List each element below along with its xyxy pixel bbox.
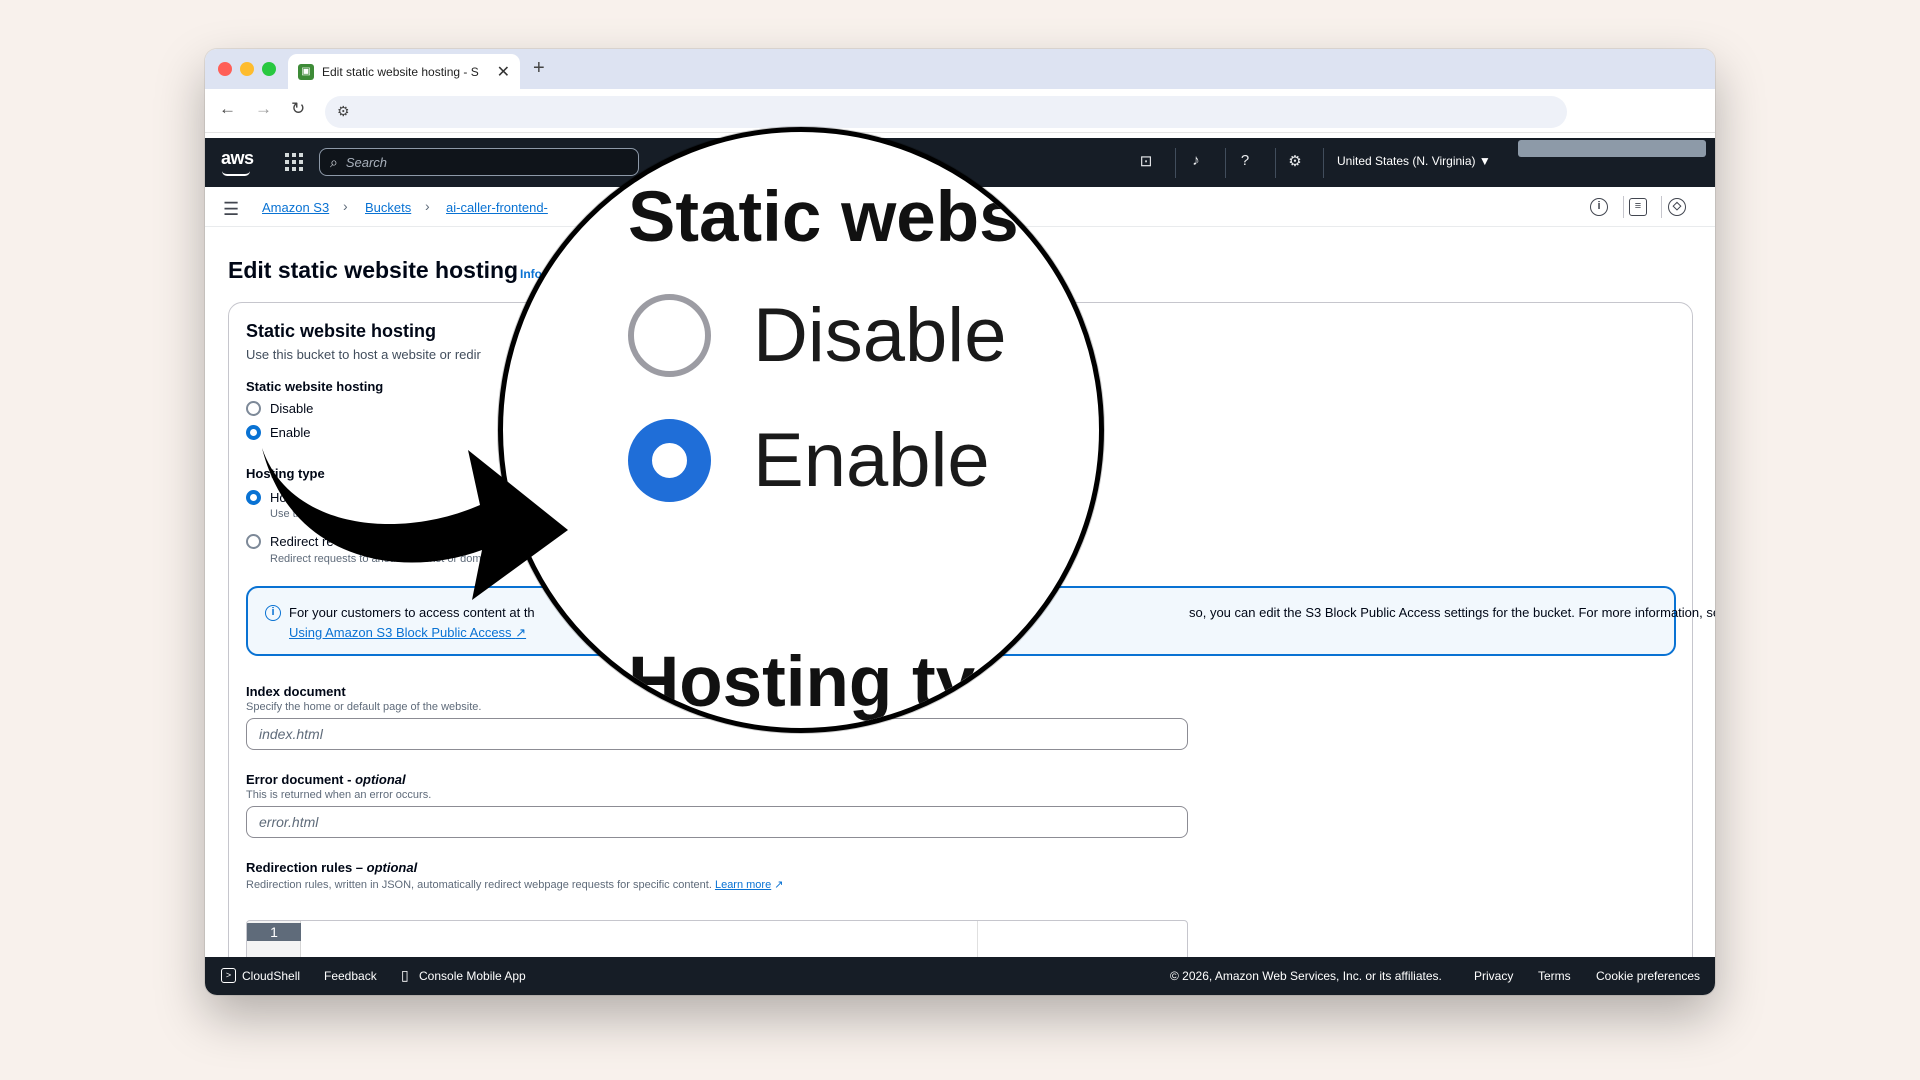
magnified-radio-disable: Disable [628,292,1006,379]
mobile-app-icon: ▯ [401,967,409,983]
new-tab-button[interactable]: + [533,57,545,80]
footer-feedback[interactable]: Feedback [324,969,377,983]
magnified-title: Static webs [628,178,1019,257]
zoom-magnifier: Static webs Disable Enable Hosting ty [498,127,1104,733]
cloudshell-icon[interactable]: ⊡ [1136,152,1156,172]
reload-icon[interactable]: ↻ [291,99,305,119]
chevron-right-icon: › [343,198,348,214]
search-placeholder: Search [345,154,388,170]
radio-disable-control[interactable] [246,401,261,416]
magnified-radio-empty-icon [628,294,711,377]
maximize-window-button[interactable] [262,62,276,76]
panel-description: Use this bucket to host a website or red… [246,347,481,362]
external-link-icon: ↗ [515,625,527,640]
close-tab-icon[interactable]: ✕ [497,62,510,82]
site-settings-icon[interactable]: ⚙ [337,103,350,120]
magnified-radio-checked-icon [628,419,711,502]
error-document-label-text: Error document - [246,772,356,787]
redirection-rules-label: Redirection rules – optional [246,860,417,875]
footer-cloudshell[interactable]: CloudShell [242,969,300,983]
error-document-description: This is returned when an error occurs. [246,789,432,801]
optional-tag: optional [366,860,418,875]
info-icon[interactable]: i [1590,198,1608,216]
error-document-input[interactable] [246,806,1188,838]
redirection-rules-description-text: Redirection rules, written in JSON, auto… [246,879,712,891]
security-icon[interactable]: ◇ [1668,198,1686,216]
footer-privacy[interactable]: Privacy [1474,969,1513,983]
block-public-access-link[interactable]: Using Amazon S3 Block Public Access ↗ [289,625,526,641]
learn-more-link[interactable]: Learn more [715,879,771,891]
panel-title: Static website hosting [246,321,437,341]
header-divider [1275,148,1276,178]
aws-search-input[interactable]: ⌕ Search [319,148,639,176]
utility-divider [1661,196,1662,218]
breadcrumb-buckets[interactable]: Buckets [365,200,411,215]
header-divider [1225,148,1226,178]
account-menu[interactable] [1518,140,1706,157]
address-bar: ← → ↻ ⚙ [205,89,1715,133]
services-grid-icon[interactable] [285,153,303,171]
line-number: 1 [247,923,301,941]
notes-icon[interactable]: ≡ [1629,198,1647,216]
footer-terms[interactable]: Terms [1538,969,1571,983]
footer-copyright: © 2026, Amazon Web Services, Inc. or its… [1170,969,1442,983]
tab-title: Edit static website hosting - S [322,64,479,79]
browser-tab[interactable]: ▣ Edit static website hosting - S ✕ [288,54,520,89]
region-selector[interactable]: United States (N. Virginia) ▼ [1337,154,1491,168]
pointer-arrow-icon [262,448,568,600]
radio-disable[interactable]: Disable [246,401,313,416]
index-document-description: Specify the home or default page of the … [246,701,482,713]
error-document-label: Error document - optional [246,772,406,787]
page-title: Edit static website hosting [228,257,519,283]
breadcrumb-bucket-name[interactable]: ai-caller-frontend- [446,200,548,215]
chevron-right-icon: › [425,198,430,214]
magnified-enable-label: Enable [753,418,990,503]
help-icon[interactable]: ? [1235,152,1255,172]
external-link-icon: ↗ [774,879,784,891]
optional-tag: optional [355,772,406,787]
close-window-button[interactable] [218,62,232,76]
cloudshell-footer-icon: > [221,968,236,983]
magnified-disable-label: Disable [753,293,1007,378]
header-divider [1175,148,1176,178]
gear-icon[interactable]: ⚙ [1285,152,1305,172]
alert-text-continued: so, you can edit the S3 Block Public Acc… [1189,605,1715,620]
minimize-window-button[interactable] [240,62,254,76]
search-icon: ⌕ [330,153,338,170]
hosting-field-label: Static website hosting [246,379,384,394]
aws-logo-smile-icon [222,171,250,176]
menu-icon[interactable]: ☰ [223,199,239,220]
breadcrumb-amazon-s3[interactable]: Amazon S3 [262,200,329,215]
footer-console-mobile-app[interactable]: Console Mobile App [419,969,526,983]
forward-icon[interactable]: → [255,99,272,119]
footer-cookie-preferences[interactable]: Cookie preferences [1596,969,1700,983]
magnified-radio-enable: Enable [628,417,990,504]
aws-footer: > CloudShell Feedback ▯ Console Mobile A… [205,957,1715,995]
redirection-rules-description: Redirection rules, written in JSON, auto… [246,878,784,891]
index-document-label: Index document [246,684,346,699]
block-public-access-link-label: Using Amazon S3 Block Public Access [289,625,512,640]
bell-icon[interactable]: ♪ [1186,152,1206,172]
s3-favicon-icon: ▣ [298,63,314,80]
aws-logo[interactable]: aws [221,148,254,169]
url-input[interactable]: ⚙ [325,96,1567,128]
header-divider [1323,148,1324,178]
redirection-rules-label-text: Redirection rules – [246,860,367,875]
back-icon[interactable]: ← [219,99,236,119]
magnified-hosting-type: Hosting ty [628,643,976,722]
utility-divider [1623,196,1624,218]
radio-disable-label: Disable [270,401,314,416]
tab-strip: ▣ Edit static website hosting - S ✕ + [205,49,1715,89]
